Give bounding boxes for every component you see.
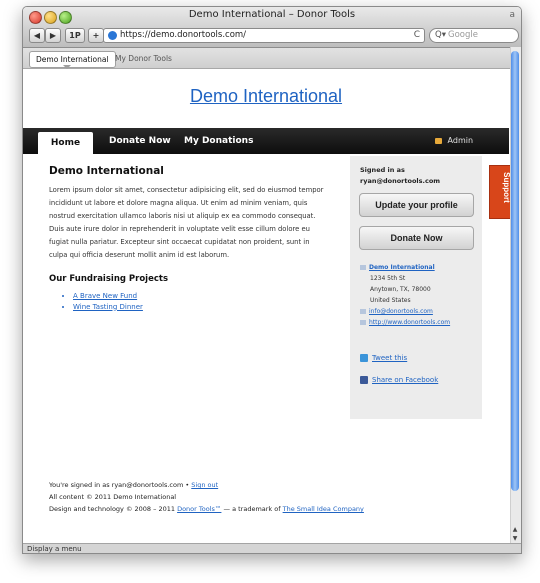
address-line: 1234 5th St	[370, 275, 406, 282]
page-heading: Demo International	[49, 165, 164, 177]
support-tab[interactable]: Support	[489, 165, 511, 219]
project-item: A Brave New Fund	[73, 291, 329, 302]
signed-in-label: Signed in as	[360, 166, 405, 174]
site-favicon-icon	[108, 31, 117, 40]
main-nav: Home Donate Now My Donations Admin	[23, 128, 509, 154]
sidebar-donate-button[interactable]: Donate Now	[359, 226, 474, 250]
page-footer: You're signed in as ryan@donortools.com …	[49, 479, 364, 515]
address-line: United States	[370, 297, 411, 304]
nav-donate-now[interactable]: Donate Now	[109, 128, 171, 154]
facebook-link[interactable]: Share on Facebook	[372, 376, 438, 384]
title-bar: Demo International – Donor Tools a ◀ ▶ 1…	[23, 7, 521, 48]
main-column: Demo International Lorem ipsum dolor sit…	[49, 165, 329, 312]
footer-design: Design and technology © 2008 – 2011	[49, 505, 175, 513]
1password-button[interactable]: 1P	[65, 28, 85, 43]
project-link-wine-tasting-dinner[interactable]: Wine Tasting Dinner	[73, 303, 143, 311]
address-url[interactable]: https://demo.donortools.com/	[120, 29, 246, 42]
footer-signed-in: You're signed in as ryan@donortools.com …	[49, 481, 190, 489]
tab-my-donor-tools[interactable]: My Donor Tools	[109, 51, 178, 66]
new-tab-button[interactable]: +	[88, 28, 104, 43]
nav-home[interactable]: Home	[38, 132, 93, 154]
footer-trademark: — a trademark of	[223, 505, 281, 513]
admin-label[interactable]: Admin	[448, 136, 474, 145]
sign-out-link[interactable]: Sign out	[191, 481, 218, 489]
scrollbar-thumb[interactable]	[511, 51, 519, 491]
projects-heading: Our Fundraising Projects	[49, 274, 169, 284]
toolbar-toggle-icon[interactable]: a	[509, 10, 515, 20]
window-title: Demo International – Donor Tools	[188, 9, 356, 20]
vcard-icon	[360, 265, 366, 270]
browser-window: Demo International – Donor Tools a ◀ ▶ 1…	[22, 6, 522, 554]
email-link[interactable]: info@donortools.com	[369, 308, 433, 315]
search-placeholder: Google	[448, 30, 478, 40]
tweet-link[interactable]: Tweet this	[372, 354, 407, 362]
tweet-share[interactable]: Tweet this	[360, 354, 407, 362]
projects-list: A Brave New Fund Wine Tasting Dinner	[49, 291, 329, 312]
company-link[interactable]: The Small Idea Company	[283, 505, 364, 513]
reload-icon[interactable]: C	[414, 29, 420, 42]
site-title-link[interactable]: Demo International	[23, 86, 509, 107]
nav-my-donations[interactable]: My Donations	[184, 128, 253, 154]
address-line: Anytown, TX, 78000	[370, 286, 431, 293]
donor-tools-link[interactable]: Donor Tools™	[177, 505, 221, 513]
status-bar: Display a menu	[23, 543, 521, 553]
organization-card: Demo International 1234 5th St Anytown, …	[360, 262, 450, 328]
facebook-share[interactable]: Share on Facebook	[360, 376, 438, 384]
forward-button[interactable]: ▶	[45, 28, 61, 43]
update-profile-button[interactable]: Update your profile	[359, 193, 474, 217]
email-icon	[360, 309, 366, 314]
signed-in-info: Signed in as ryan@donortools.com	[360, 165, 440, 187]
search-field[interactable]: Q▾ Google	[429, 28, 519, 43]
tab-demo-international[interactable]: Demo International	[29, 51, 116, 68]
search-icon[interactable]: Q▾	[435, 29, 446, 42]
intro-paragraph: Lorem ipsum dolor sit amet, consectetur …	[49, 186, 324, 259]
address-bar[interactable]: https://demo.donortools.com/ C	[103, 28, 425, 43]
facebook-icon	[360, 376, 368, 384]
page-content: Demo International Home Donate Now My Do…	[23, 69, 511, 545]
home-icon	[360, 320, 366, 325]
organization-link[interactable]: Demo International	[369, 264, 435, 271]
project-link-brave-new-fund[interactable]: A Brave New Fund	[73, 292, 137, 300]
project-item: Wine Tasting Dinner	[73, 302, 329, 313]
twitter-icon	[360, 354, 368, 362]
website-link[interactable]: http://www.donortools.com	[369, 319, 450, 326]
admin-link[interactable]: Admin	[435, 128, 473, 154]
signed-in-email: ryan@donortools.com	[360, 177, 441, 185]
sidebar: Signed in as ryan@donortools.com Update …	[350, 156, 482, 419]
tab-strip: Demo International My Donor Tools	[23, 48, 521, 69]
back-button[interactable]: ◀	[29, 28, 45, 43]
lock-icon	[435, 137, 442, 144]
footer-copyright: All content © 2011 Demo International	[49, 493, 177, 501]
